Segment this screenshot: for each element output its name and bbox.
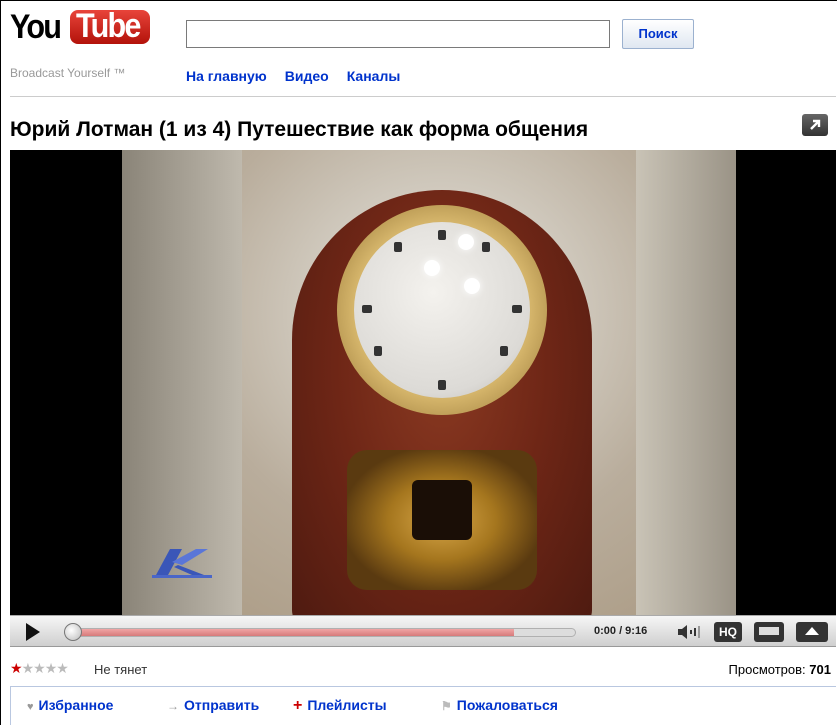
nav-channels-link[interactable]: Каналы (347, 68, 401, 84)
rating-text: Не тянет (94, 662, 148, 677)
tv-channel-logo-icon (152, 549, 212, 578)
logo-tube-badge: Tube (70, 7, 150, 45)
logo-you-text: You (10, 8, 62, 46)
popout-arrow-icon (810, 119, 821, 130)
report-action[interactable]: ⚑ Пожаловаться (441, 697, 558, 713)
fullscreen-button[interactable] (796, 622, 828, 642)
star-empty-icon[interactable]: ★ (56, 660, 69, 676)
tagline: Broadcast Yourself ™ (10, 66, 126, 80)
heart-icon: ♥ (27, 701, 34, 713)
plus-icon: + (293, 697, 303, 714)
report-label: Пожаловаться (456, 697, 558, 713)
views-label: Просмотров: (728, 662, 806, 677)
views-number: 701 (809, 662, 831, 677)
playlists-action[interactable]: + Плейлисты (293, 697, 387, 715)
video-frame (122, 150, 736, 615)
player-size-button[interactable] (754, 622, 784, 642)
top-nav: На главную Видео Каналы (186, 68, 400, 84)
player-controls: 0:00 / 9:16 HQ (10, 615, 836, 647)
video-title: Юрий Лотман (1 из 4) Путешествие как фор… (10, 118, 589, 141)
search-input[interactable] (186, 20, 610, 48)
share-label: Отправить (184, 697, 260, 713)
star-empty-icon[interactable]: ★ (45, 660, 58, 676)
popout-button[interactable] (802, 114, 828, 136)
time-display: 0:00 / 9:16 (594, 625, 648, 637)
rating-stars[interactable]: ★★★★★ (10, 660, 69, 677)
share-action[interactable]: → Отправить (167, 697, 259, 713)
hq-button[interactable]: HQ (714, 622, 742, 642)
view-count: Просмотров: 701 (729, 662, 831, 677)
action-bar: ♥ Избранное → Отправить + Плейлисты ⚑ Пожало… (10, 686, 836, 725)
nav-videos-link[interactable]: Видео (285, 68, 329, 84)
flag-icon: ⚑ (441, 699, 452, 713)
playlists-label: Плейлисты (307, 697, 387, 713)
favorite-label: Избранное (38, 697, 114, 713)
star-empty-icon[interactable]: ★ (33, 660, 46, 676)
progress-loaded-fill (65, 629, 514, 636)
clock-pendulum-window (412, 480, 472, 540)
search-button[interactable]: Поиск (622, 19, 694, 49)
header-divider (10, 96, 836, 97)
star-empty-icon[interactable]: ★ (22, 660, 35, 676)
video-player[interactable] (10, 150, 836, 615)
nav-home-link[interactable]: На главную (186, 68, 267, 84)
progress-scrubber[interactable] (64, 623, 82, 641)
volume-icon[interactable] (678, 625, 704, 639)
star-filled-icon[interactable]: ★ (10, 660, 23, 676)
favorite-action[interactable]: ♥ Избранное (27, 697, 113, 713)
logo-tube-text: Tube (76, 7, 141, 45)
video-wall-right (636, 150, 736, 615)
progress-bar[interactable] (64, 628, 576, 637)
clock-dial (354, 222, 530, 398)
send-arrow-icon: → (167, 699, 179, 713)
play-icon[interactable] (26, 623, 40, 641)
